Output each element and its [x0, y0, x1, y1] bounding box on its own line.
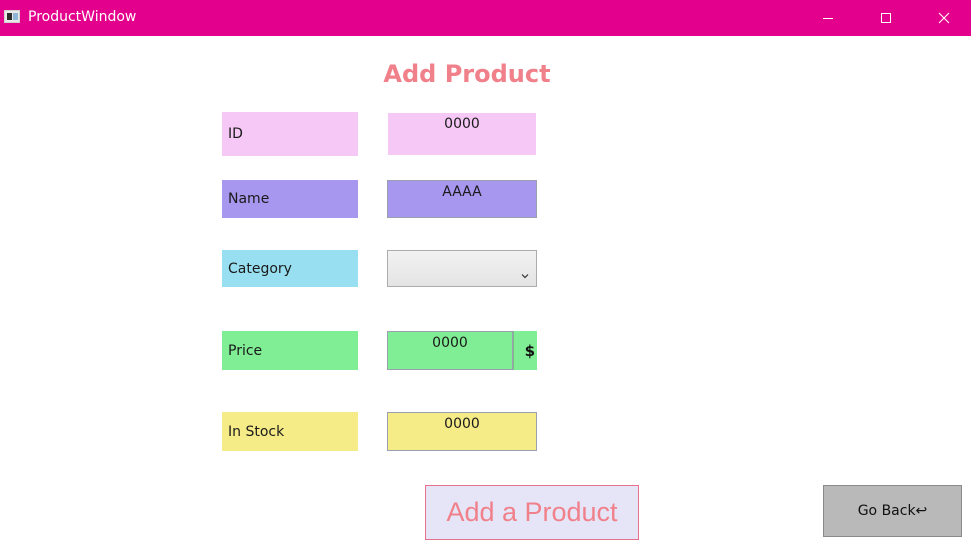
close-button[interactable]: [915, 0, 971, 36]
add-product-button[interactable]: Add a Product: [425, 485, 639, 540]
minimize-button[interactable]: [799, 0, 857, 36]
in-stock-field[interactable]: 0000: [387, 412, 537, 451]
category-dropdown[interactable]: [387, 250, 537, 287]
chevron-down-icon: [521, 265, 529, 279]
page-title: Add Product: [383, 60, 551, 88]
name-field[interactable]: AAAA: [387, 180, 537, 218]
title-bar[interactable]: ProductWindow: [0, 0, 971, 36]
go-back-button[interactable]: Go Back↩: [823, 485, 962, 537]
id-field[interactable]: 0000: [388, 113, 536, 155]
app-window-icon: [4, 10, 20, 23]
close-icon: [938, 12, 950, 24]
price-label: Price: [222, 331, 358, 370]
price-field[interactable]: 0000: [387, 331, 513, 370]
currency-suffix: $: [513, 331, 537, 370]
minimize-icon: [822, 12, 834, 24]
window-title: ProductWindow: [28, 9, 137, 25]
id-label: ID: [222, 112, 358, 156]
category-label: Category: [222, 250, 358, 287]
name-label: Name: [222, 180, 358, 218]
product-window: ProductWindow Add Product ID 0000 Name A…: [0, 0, 971, 550]
maximize-icon: [880, 12, 892, 24]
in-stock-label: In Stock: [222, 412, 358, 451]
maximize-button[interactable]: [857, 0, 915, 36]
